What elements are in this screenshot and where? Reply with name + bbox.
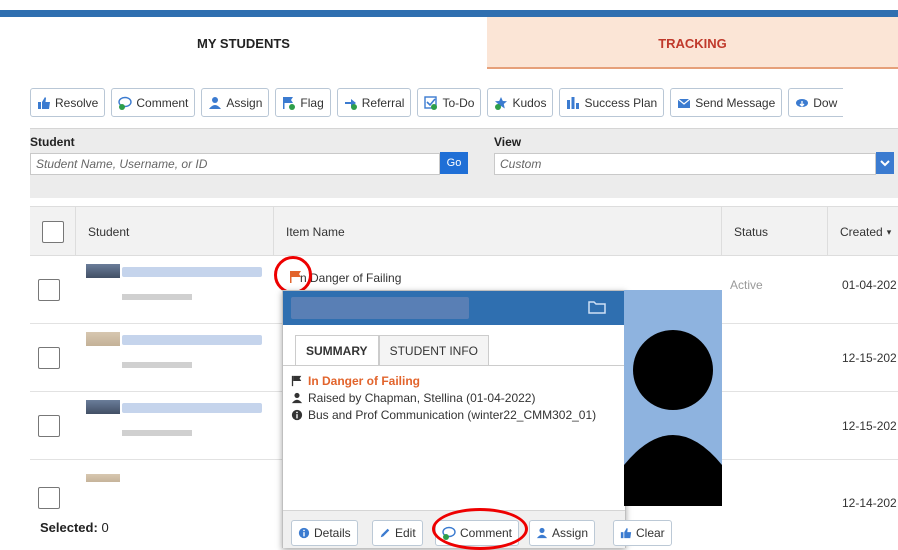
- comment-add-icon: [118, 96, 133, 110]
- selected-count: Selected: 0: [40, 520, 109, 535]
- details-button[interactable]: Details: [291, 520, 358, 546]
- view-select[interactable]: Custom: [494, 153, 876, 175]
- student-filter-label: Student: [30, 135, 75, 149]
- referral-button[interactable]: Referral: [336, 88, 412, 117]
- chevron-down-icon: [880, 160, 890, 167]
- student-id: [122, 362, 192, 368]
- row-checkbox[interactable]: [38, 487, 60, 509]
- assign-button[interactable]: Assign: [529, 520, 596, 546]
- student-id: [122, 430, 192, 436]
- row-checkbox[interactable]: [38, 415, 60, 437]
- table-header-row: Student Item Name Status Created ▾: [30, 206, 898, 257]
- raised-by: Raised by Chapman, Stellina (01-04-2022): [291, 391, 535, 405]
- redaction: [291, 297, 469, 319]
- checkbox-add-icon: [424, 95, 438, 110]
- resolve-button[interactable]: Resolve: [30, 88, 106, 117]
- tab-my-students[interactable]: MY STUDENTS: [0, 17, 487, 69]
- user-icon: [536, 527, 548, 539]
- send-message-button[interactable]: Send Message: [670, 88, 783, 117]
- user-icon: [208, 96, 222, 110]
- success-plan-button[interactable]: Success Plan: [559, 88, 665, 117]
- view-dropdown-toggle[interactable]: [876, 152, 894, 174]
- created-date: 12-15-202: [842, 351, 897, 365]
- comment-button[interactable]: Comment: [111, 88, 196, 117]
- row-checkbox[interactable]: [38, 279, 60, 301]
- filter-panel: Student Student Name, Username, or ID Go…: [30, 128, 898, 198]
- popover-header: [283, 291, 625, 325]
- todo-button[interactable]: To-Do: [417, 88, 482, 117]
- highlight-circle-flag: [274, 256, 312, 294]
- student-name-link[interactable]: [122, 403, 262, 413]
- info-icon: [298, 527, 310, 539]
- info-icon: [291, 409, 303, 421]
- folder-icon[interactable]: [588, 300, 606, 317]
- header-status[interactable]: Status: [722, 207, 828, 257]
- student-name-link[interactable]: [122, 335, 262, 345]
- clear-button[interactable]: Clear: [613, 520, 672, 546]
- created-date: 12-15-202: [842, 419, 897, 433]
- main-tabs: MY STUDENTS TRACKING: [0, 17, 898, 69]
- user-icon: [291, 392, 303, 404]
- item-popover: SUMMARY STUDENT INFO In Danger of Failin…: [282, 290, 672, 548]
- header-created[interactable]: Created ▾: [828, 207, 898, 257]
- flag-button[interactable]: Flag: [275, 88, 331, 117]
- go-button[interactable]: Go: [440, 152, 468, 174]
- cloud-download-icon: [795, 96, 809, 110]
- view-filter-label: View: [494, 135, 522, 149]
- flag-title: In Danger of Failing: [291, 374, 420, 388]
- thumbs-up-icon: [37, 96, 51, 110]
- top-accent-bar: [0, 10, 898, 17]
- tab-student-info[interactable]: STUDENT INFO: [378, 335, 490, 365]
- edit-button[interactable]: Edit: [372, 520, 423, 546]
- select-all-checkbox[interactable]: [41, 221, 64, 243]
- select-all-cell: [30, 207, 76, 257]
- tab-summary[interactable]: SUMMARY: [295, 335, 379, 365]
- pencil-icon: [380, 528, 390, 538]
- success-plan-icon: [566, 96, 580, 110]
- person-silhouette-icon: [624, 330, 722, 506]
- thumbs-up-icon: [620, 527, 632, 539]
- tab-tracking[interactable]: TRACKING: [487, 17, 898, 69]
- course: Bus and Prof Communication (winter22_CMM…: [291, 408, 596, 422]
- item-name[interactable]: n Danger of Failing: [300, 271, 401, 285]
- created-date: 12-14-202: [842, 496, 897, 510]
- row-checkbox[interactable]: [38, 347, 60, 369]
- status-value: Active: [730, 278, 763, 292]
- popover-summary: In Danger of Failing Raised by Chapman, …: [283, 365, 625, 422]
- kudos-button[interactable]: Kudos: [487, 88, 554, 117]
- header-student[interactable]: Student: [76, 207, 274, 257]
- created-date: 01-04-202: [842, 278, 897, 292]
- student-search-input[interactable]: Student Name, Username, or ID: [30, 153, 440, 175]
- student-name-link[interactable]: [122, 267, 262, 277]
- student-photo: [624, 290, 722, 506]
- popover-tabs: SUMMARY STUDENT INFO: [295, 335, 490, 365]
- envelope-icon: [677, 96, 691, 110]
- student-id: [122, 294, 192, 300]
- assign-button[interactable]: Assign: [201, 88, 270, 117]
- download-button[interactable]: Dow: [788, 88, 844, 117]
- star-add-icon: [494, 96, 508, 110]
- sort-desc-icon: ▾: [886, 226, 892, 237]
- header-item-name[interactable]: Item Name: [274, 207, 722, 257]
- flag-add-icon: [282, 96, 296, 110]
- referral-icon: [344, 96, 358, 110]
- highlight-circle-comment: [432, 508, 528, 550]
- action-toolbar: Resolve Comment Assign Flag Referral To-…: [30, 88, 844, 118]
- flag-icon: [291, 375, 302, 387]
- redaction: [86, 482, 264, 502]
